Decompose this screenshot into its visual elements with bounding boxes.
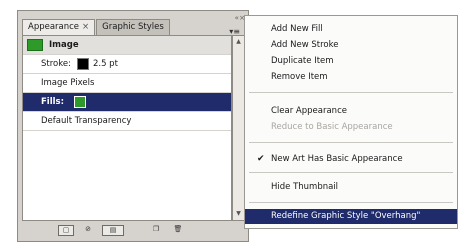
- menu-item-add-new-fill[interactable]: Add New Fill: [245, 22, 457, 37]
- menu-item-remove-item[interactable]: Remove Item: [245, 70, 457, 85]
- thumbnail-icon: [27, 39, 43, 51]
- menu-item-new-art-basic-appearance[interactable]: ✔ New Art Has Basic Appearance: [245, 152, 457, 167]
- menu-item-clear-appearance[interactable]: Clear Appearance: [245, 104, 457, 119]
- tab-appearance[interactable]: Appearance ×: [22, 19, 96, 35]
- object-label: Image: [49, 40, 79, 50]
- reduce-to-basic-icon[interactable]: ▤: [102, 225, 124, 236]
- menu-separator: [249, 92, 453, 93]
- tab-appearance-label: Appearance: [28, 22, 80, 32]
- appearance-panel-menu: Add New Fill Add New Stroke Duplicate It…: [244, 15, 458, 229]
- stroke-row[interactable]: Stroke: 2.5 pt: [23, 55, 231, 74]
- image-pixels-row[interactable]: Image Pixels: [23, 74, 231, 93]
- tab-graphic-styles-label: Graphic Styles: [102, 22, 164, 32]
- transparency-label: Default Transparency: [41, 116, 132, 126]
- menu-item-redefine-graphic-style[interactable]: Redefine Graphic Style "Overhang": [245, 209, 457, 224]
- menu-item-reduce-to-basic: Reduce to Basic Appearance: [271, 122, 393, 132]
- trash-icon[interactable]: 🗑: [172, 225, 184, 236]
- transparency-row[interactable]: Default Transparency: [23, 112, 231, 131]
- tab-graphic-styles[interactable]: Graphic Styles: [96, 19, 170, 35]
- close-icon[interactable]: ×: [82, 22, 89, 32]
- menu-separator: [249, 172, 453, 173]
- stroke-weight-value: 2.5 pt: [92, 59, 118, 69]
- panel-collapse-close-icon[interactable]: « ×: [235, 14, 245, 22]
- menu-item-label: New Art Has Basic Appearance: [271, 154, 403, 164]
- clear-appearance-icon[interactable]: ⊘: [82, 225, 94, 236]
- fills-label: Fills:: [41, 97, 65, 107]
- fills-row[interactable]: Fills:: [23, 93, 231, 112]
- menu-item-hide-thumbnail[interactable]: Hide Thumbnail: [245, 180, 457, 195]
- appearance-panel: « × Appearance × Graphic Styles ▾≡ Image …: [17, 10, 249, 242]
- menu-separator: [249, 202, 453, 203]
- menu-item-add-new-stroke[interactable]: Add New Stroke: [245, 38, 457, 53]
- fill-color-swatch[interactable]: [74, 95, 87, 108]
- object-row[interactable]: Image: [23, 36, 231, 55]
- panel-tabs: Appearance × Graphic Styles: [22, 19, 171, 35]
- image-pixels-label: Image Pixels: [41, 78, 95, 88]
- duplicate-item-icon[interactable]: ❐: [150, 225, 162, 236]
- menu-item-duplicate-item[interactable]: Duplicate Item: [245, 54, 457, 69]
- scroll-down-icon[interactable]: ▼: [234, 209, 243, 219]
- scroll-up-icon[interactable]: ▲: [234, 37, 243, 47]
- stroke-color-swatch[interactable]: [76, 57, 89, 70]
- add-new-stroke-icon[interactable]: ▢: [58, 225, 74, 236]
- checkmark-icon: ✔: [257, 154, 265, 164]
- stroke-label: Stroke:: [41, 59, 71, 69]
- menu-separator: [249, 142, 453, 143]
- appearance-list: Image Stroke: 2.5 pt Image Pixels Fills: …: [22, 35, 232, 221]
- panel-footer: ▢ ⊘ ▤ ❐ 🗑: [22, 223, 244, 239]
